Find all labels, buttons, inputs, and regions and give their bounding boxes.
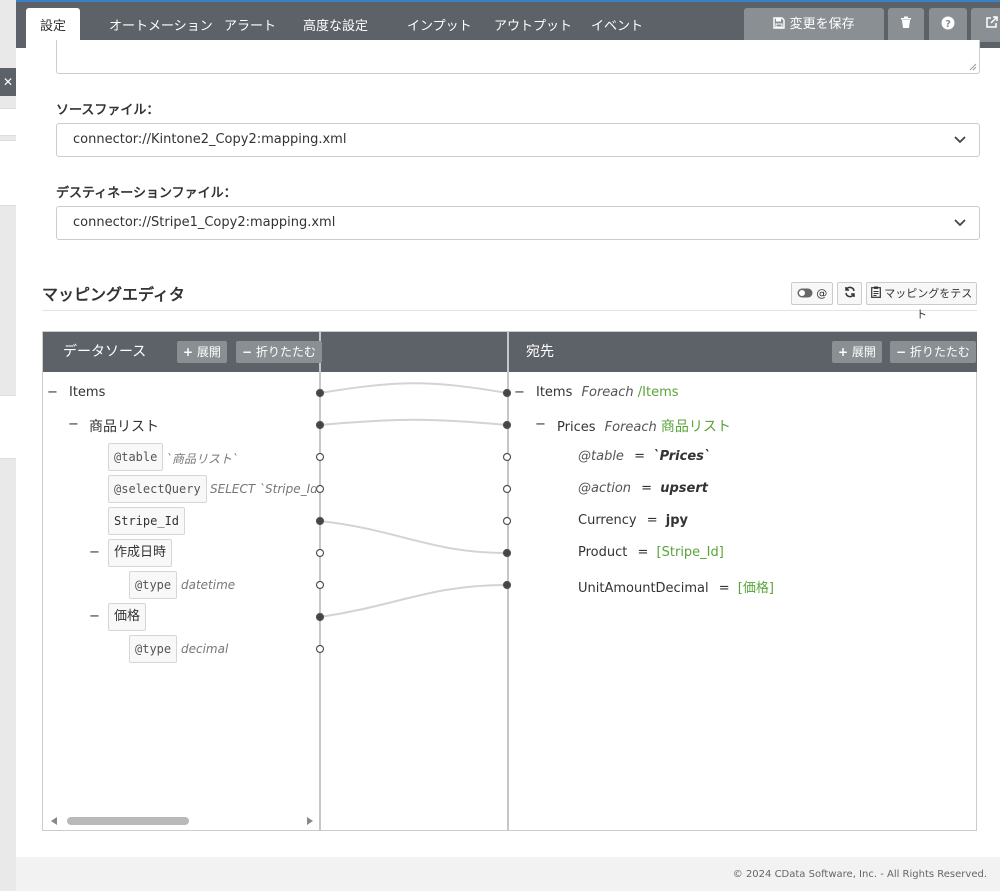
connector-dot[interactable] — [315, 516, 325, 526]
mapping-connections — [51, 382, 512, 825]
connector-dot[interactable] — [502, 516, 512, 526]
connector-dot[interactable] — [502, 452, 512, 462]
horizontal-scrollbar-thumb[interactable] — [67, 817, 189, 825]
connector-dot[interactable] — [502, 388, 512, 398]
scroll-left-icon[interactable] — [51, 817, 57, 825]
connector-dot[interactable] — [502, 548, 512, 558]
connector-dot[interactable] — [502, 484, 512, 494]
mapping-line[interactable] — [319, 382, 508, 394]
connector-dot[interactable] — [502, 420, 512, 430]
connector-dot[interactable] — [502, 580, 512, 590]
connector-dot[interactable] — [315, 580, 325, 590]
connector-dot[interactable] — [315, 548, 325, 558]
connector-dot[interactable] — [315, 420, 325, 430]
connector-dot[interactable] — [315, 484, 325, 494]
footer-copyright: © 2024 CData Software, Inc. - All Rights… — [732, 869, 987, 880]
mapping-line[interactable] — [319, 584, 508, 618]
scroll-right-icon[interactable] — [307, 817, 313, 825]
connector-dot[interactable] — [315, 388, 325, 398]
connector-dot[interactable] — [315, 644, 325, 654]
connector-dot[interactable] — [315, 612, 325, 622]
connector-dot[interactable] — [315, 452, 325, 462]
mapping-line[interactable] — [319, 418, 508, 426]
mapping-line[interactable] — [319, 520, 508, 554]
